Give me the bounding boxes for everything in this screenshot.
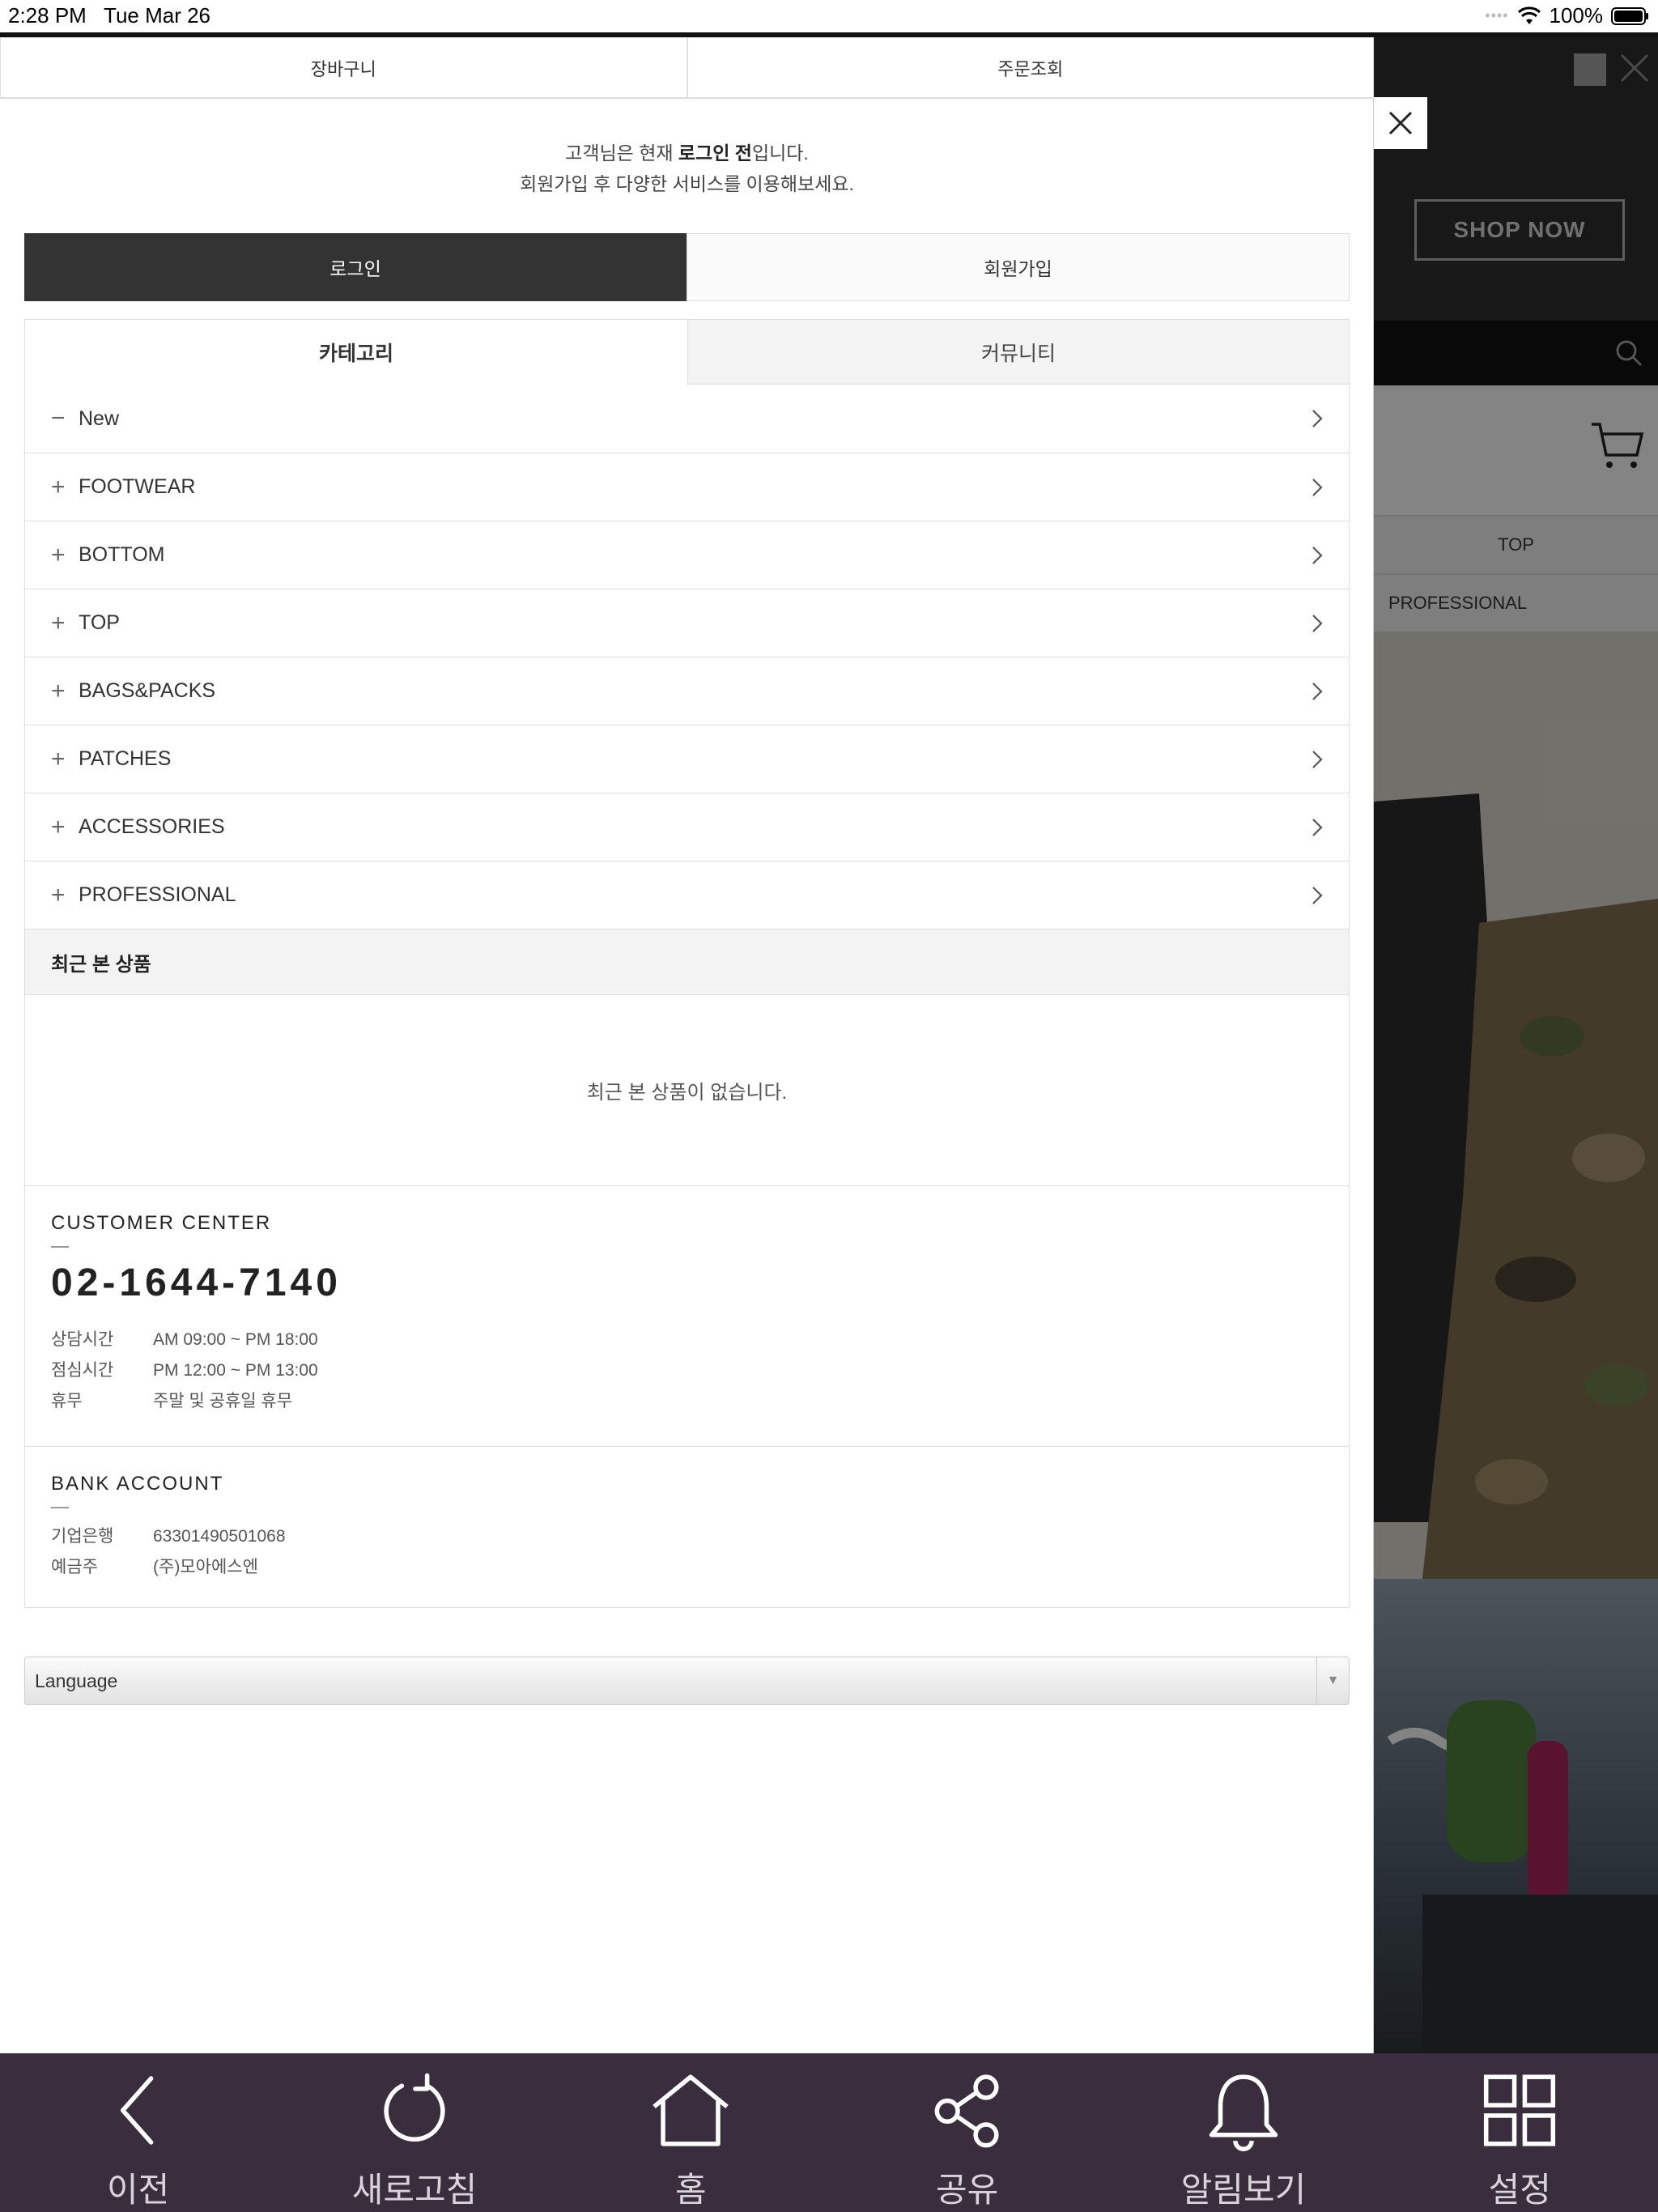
signal-icon: •••• bbox=[1485, 7, 1509, 23]
info-row: 점심시간 PM 12:00 ~ PM 13:00 bbox=[51, 1361, 318, 1380]
category-label: PROFESSIONAL bbox=[79, 883, 236, 906]
nav-back[interactable]: 이전 bbox=[0, 2053, 276, 2212]
category-label: FOOTWEAR bbox=[79, 475, 196, 498]
category-item[interactable]: + TOP bbox=[25, 589, 1349, 657]
info-row: 기업은행 63301490501068 bbox=[51, 1527, 286, 1546]
grid-icon bbox=[1484, 2074, 1556, 2146]
chevron-right-icon bbox=[1312, 479, 1323, 496]
refresh-icon bbox=[384, 2073, 445, 2142]
nav-label: 새로고침 bbox=[351, 2171, 478, 2209]
drawer-top-tabs: 장바구니 주문조회 bbox=[0, 37, 1374, 99]
chevron-right-icon bbox=[1312, 615, 1323, 632]
bank-account: BANK ACCOUNT 기업은행 63301490501068 예금주 (주)모아… bbox=[25, 1447, 1349, 1607]
expand-icon[interactable]: + bbox=[51, 542, 79, 569]
category-label: BAGS&PACKS bbox=[79, 679, 216, 702]
background-page: SHOP NOW TOP PROFESSIONAL bbox=[1374, 37, 1658, 2053]
nav-label: 설정 bbox=[1488, 2171, 1551, 2209]
category-tabs: 카테고리 커뮤니티 bbox=[25, 320, 1349, 385]
tab-community[interactable]: 커뮤니티 bbox=[687, 320, 1349, 385]
drawer-close-button[interactable] bbox=[1374, 97, 1427, 149]
divider-dash bbox=[51, 1507, 69, 1508]
nav-label: 알림보기 bbox=[1180, 2171, 1307, 2209]
customer-center: CUSTOMER CENTER 02-1644-7140 상담시간 AM 09:0… bbox=[25, 1186, 1349, 1447]
chevron-right-icon bbox=[1312, 887, 1323, 904]
tab-category[interactable]: 카테고리 bbox=[25, 320, 687, 385]
order-lookup-tab[interactable]: 주문조회 bbox=[687, 37, 1374, 98]
info-row: 휴무 주말 및 공휴일 휴무 bbox=[51, 1392, 293, 1410]
category-label: New bbox=[79, 406, 120, 430]
customer-phone[interactable]: 02-1644-7140 bbox=[51, 1261, 1323, 1305]
nav-notifications[interactable]: 알림보기 bbox=[1105, 2053, 1381, 2212]
chevron-right-icon bbox=[1312, 751, 1323, 768]
expand-icon[interactable]: + bbox=[51, 678, 79, 705]
customer-center-title: CUSTOMER CENTER bbox=[51, 1212, 272, 1234]
category-item[interactable]: − New bbox=[25, 385, 1349, 453]
category-item[interactable]: + BAGS&PACKS bbox=[25, 657, 1349, 725]
wifi-icon bbox=[1517, 6, 1541, 24]
bell-icon bbox=[1209, 2074, 1278, 2151]
expand-icon[interactable]: − bbox=[51, 405, 79, 432]
login-message: 고객님은 현재 로그인 전입니다. 회원가입 후 다양한 서비스를 이용해보세요… bbox=[520, 143, 854, 194]
divider-dash bbox=[51, 1246, 69, 1248]
expand-icon[interactable]: + bbox=[51, 814, 79, 841]
nav-label: 이전 bbox=[107, 2171, 170, 2209]
category-label: ACCESSORIES bbox=[79, 815, 225, 838]
nav-settings[interactable]: 설정 bbox=[1382, 2053, 1658, 2212]
language-select[interactable]: Language ▼ bbox=[24, 1657, 1350, 1705]
nav-label: 공유 bbox=[936, 2171, 999, 2209]
share-icon bbox=[934, 2074, 999, 2148]
login-button[interactable]: 로그인 bbox=[24, 233, 687, 301]
category-label: TOP bbox=[79, 611, 120, 634]
close-icon bbox=[1388, 111, 1413, 135]
dropdown-arrow-icon: ▼ bbox=[1316, 1657, 1349, 1704]
nav-refresh[interactable]: 새로고침 bbox=[276, 2053, 552, 2212]
back-icon bbox=[120, 2076, 154, 2145]
language-selected: Language bbox=[35, 1670, 118, 1691]
nav-share[interactable]: 공유 bbox=[829, 2053, 1105, 2212]
join-button[interactable]: 회원가입 bbox=[687, 233, 1350, 301]
expand-icon[interactable]: + bbox=[51, 610, 79, 637]
nav-label: 홈 bbox=[675, 2171, 707, 2209]
status-right: •••• 100% bbox=[1485, 3, 1650, 28]
home-icon bbox=[653, 2074, 729, 2146]
chevron-right-icon bbox=[1312, 683, 1323, 700]
status-time: 2:28 PM Tue Mar 26 bbox=[8, 3, 211, 28]
bottom-nav: 이전 새로고침 홈 공유 알림보기 설정 bbox=[0, 2053, 1658, 2212]
bank-account-title: BANK ACCOUNT bbox=[51, 1473, 224, 1495]
recent-empty-text: 최근 본 상품이 없습니다. bbox=[25, 995, 1349, 1186]
info-row: 상담시간 AM 09:00 ~ PM 18:00 bbox=[51, 1330, 318, 1349]
chevron-right-icon bbox=[1312, 410, 1323, 428]
category-list: − New + FOOTWEAR + BOTTOM + TOP + BAGS&PACKS + PATC… bbox=[25, 385, 1349, 929]
category-item[interactable]: + BOTTOM bbox=[25, 521, 1349, 589]
info-row: 예금주 (주)모아에스엔 bbox=[51, 1558, 258, 1576]
category-label: BOTTOM bbox=[79, 543, 165, 566]
auth-buttons: 로그인 회원가입 bbox=[24, 233, 1350, 301]
category-item[interactable]: + ACCESSORIES bbox=[25, 793, 1349, 861]
side-drawer: 장바구니 주문조회 고객님은 현재 로그인 전입니다. 회원가입 후 다양한 서… bbox=[0, 37, 1374, 2053]
category-panel: 카테고리 커뮤니티 − New + FOOTWEAR + BOTTOM + TOP + BAGS&… bbox=[24, 319, 1350, 1608]
category-item[interactable]: + PATCHES bbox=[25, 725, 1349, 793]
category-label: PATCHES bbox=[79, 747, 172, 770]
battery-percent: 100% bbox=[1549, 3, 1604, 28]
dim-overlay[interactable] bbox=[1374, 37, 1658, 2053]
expand-icon[interactable]: + bbox=[51, 882, 79, 909]
category-item[interactable]: + PROFESSIONAL bbox=[25, 861, 1349, 929]
recent-title: 최근 본 상품 bbox=[25, 929, 1349, 995]
chevron-right-icon bbox=[1312, 819, 1323, 836]
battery-icon bbox=[1611, 6, 1648, 25]
nav-home[interactable]: 홈 bbox=[553, 2053, 829, 2212]
status-bar: 2:28 PM Tue Mar 26 •••• 100% bbox=[0, 0, 1658, 32]
cart-tab[interactable]: 장바구니 bbox=[0, 37, 687, 98]
chevron-right-icon bbox=[1312, 547, 1323, 564]
category-item[interactable]: + FOOTWEAR bbox=[25, 453, 1349, 521]
expand-icon[interactable]: + bbox=[51, 474, 79, 501]
expand-icon[interactable]: + bbox=[51, 746, 79, 773]
